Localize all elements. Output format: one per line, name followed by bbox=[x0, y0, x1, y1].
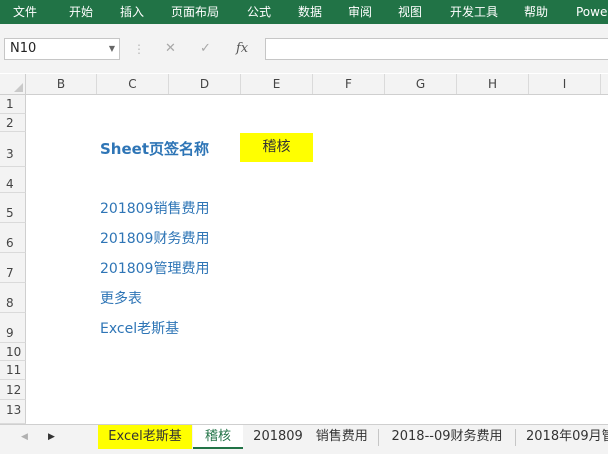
row-header-7[interactable]: 7 bbox=[0, 253, 26, 283]
sheet-tab-audit-active[interactable]: 稽核 bbox=[193, 425, 243, 449]
row-header-5[interactable]: 5 bbox=[0, 193, 26, 223]
highlight-cell[interactable]: 稽核 bbox=[240, 133, 313, 162]
ribbon-tab-review[interactable]: 审阅 bbox=[348, 0, 372, 24]
column-header-i[interactable]: I bbox=[529, 74, 601, 94]
column-header-b[interactable]: B bbox=[26, 74, 97, 94]
ribbon-tab-home[interactable]: 开始 bbox=[69, 0, 93, 24]
row-header-2[interactable]: 2 bbox=[0, 114, 26, 132]
ribbon-tab-insert[interactable]: 插入 bbox=[120, 0, 144, 24]
link-sales-expense[interactable]: 201809销售费用 bbox=[100, 198, 209, 218]
scroll-left-icon[interactable]: ◀ bbox=[21, 425, 28, 449]
column-header-c[interactable]: C bbox=[97, 74, 169, 94]
row-header-10[interactable]: 10 bbox=[0, 343, 26, 361]
scroll-right-icon[interactable]: ▶ bbox=[48, 425, 55, 449]
link-admin-expense[interactable]: 201809管理费用 bbox=[100, 258, 209, 278]
sheet-tab-201809-sales[interactable]: 201809 销售费用 bbox=[244, 425, 377, 449]
column-header-e[interactable]: E bbox=[241, 74, 313, 94]
row-header-8[interactable]: 8 bbox=[0, 283, 26, 313]
select-all-icon bbox=[14, 83, 23, 92]
row-header-1[interactable]: 1 bbox=[0, 95, 26, 114]
enter-icon[interactable]: ✓ bbox=[200, 38, 211, 60]
sheet-tab-excel-laosiji[interactable]: Excel老斯基 bbox=[98, 425, 192, 449]
ribbon-tab-developer[interactable]: 开发工具 bbox=[450, 0, 498, 24]
ribbon-tab-help[interactable]: 帮助 bbox=[524, 0, 548, 24]
formula-bar: N10 ▼ ⋮ ✕ ✓ fx bbox=[0, 24, 608, 73]
select-all-corner[interactable] bbox=[0, 74, 26, 94]
row-header-13[interactable]: 13 bbox=[0, 400, 26, 424]
chevron-down-icon[interactable]: ▼ bbox=[109, 39, 115, 59]
ribbon-tab-file[interactable]: 文件 bbox=[13, 0, 37, 24]
row-header-6[interactable]: 6 bbox=[0, 223, 26, 253]
sheet-tab-bar: ◀ ▶ Excel老斯基 稽核 201809 销售费用 2018--09财务费用… bbox=[0, 424, 608, 454]
insert-function-icon[interactable]: fx bbox=[236, 38, 248, 60]
link-more-sheets[interactable]: 更多表 bbox=[100, 288, 142, 308]
ribbon-tab-view[interactable]: 视图 bbox=[398, 0, 422, 24]
column-header-h[interactable]: H bbox=[457, 74, 529, 94]
ribbon-tab-bar: 文件 开始 插入 页面布局 公式 数据 审阅 视图 开发工具 帮助 Powe bbox=[0, 0, 608, 24]
name-box-value: N10 bbox=[10, 41, 37, 56]
drag-handle-icon[interactable]: ⋮ bbox=[133, 38, 145, 60]
row-header-4[interactable]: 4 bbox=[0, 167, 26, 193]
link-finance-expense[interactable]: 201809财务费用 bbox=[100, 228, 209, 248]
row-header-12[interactable]: 12 bbox=[0, 380, 26, 400]
column-header-f[interactable]: F bbox=[313, 74, 385, 94]
cancel-icon[interactable]: ✕ bbox=[165, 38, 176, 60]
sheet-tab-2018-09-finance[interactable]: 2018--09财务费用 bbox=[379, 425, 515, 449]
ribbon-tab-formulas[interactable]: 公式 bbox=[247, 0, 271, 24]
row-header-11[interactable]: 11 bbox=[0, 361, 26, 380]
ribbon-tab-power[interactable]: Powe bbox=[576, 0, 607, 24]
column-header-d[interactable]: D bbox=[169, 74, 241, 94]
formula-input[interactable] bbox=[265, 38, 608, 60]
sheet-name-title[interactable]: Sheet页签名称 bbox=[100, 138, 209, 159]
column-header-row: B C D E F G H I bbox=[0, 74, 608, 95]
row-header-3[interactable]: 3 bbox=[0, 132, 26, 167]
column-header-g[interactable]: G bbox=[385, 74, 457, 94]
sheet-tab-2018-09-admin[interactable]: 2018年09月管 bbox=[516, 425, 608, 449]
ribbon-tab-data[interactable]: 数据 bbox=[298, 0, 322, 24]
name-box[interactable]: N10 ▼ bbox=[4, 38, 120, 60]
row-header-9[interactable]: 9 bbox=[0, 313, 26, 343]
link-excel-laosiji[interactable]: Excel老斯基 bbox=[100, 318, 179, 338]
ribbon-tab-page-layout[interactable]: 页面布局 bbox=[171, 0, 219, 24]
